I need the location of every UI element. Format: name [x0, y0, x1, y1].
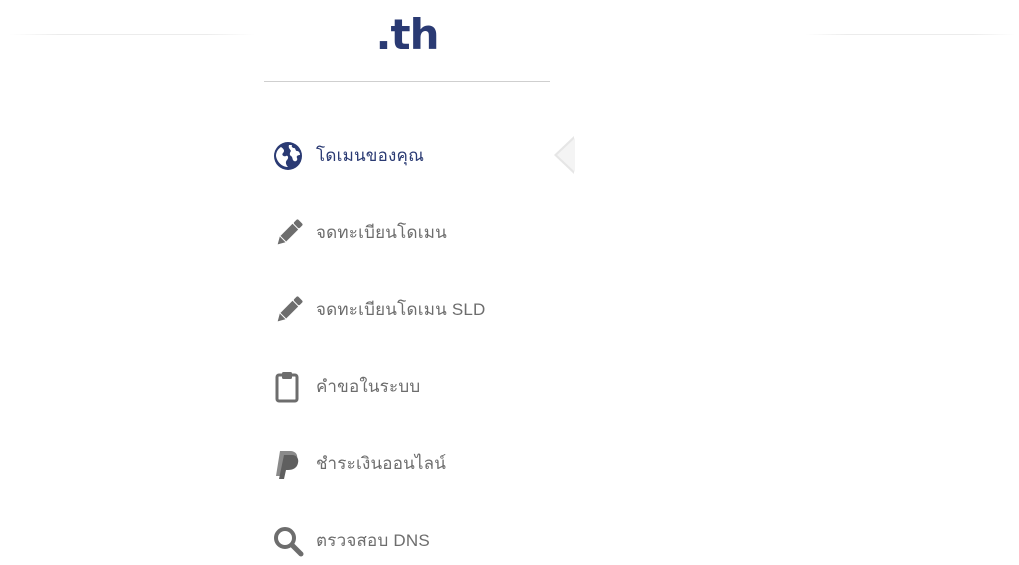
- menu-item-online-payment[interactable]: ชำระเงินออนไลน์: [264, 425, 584, 502]
- top-divider-left: [10, 34, 255, 35]
- menu-item-label: คำขอในระบบ: [316, 377, 421, 396]
- globe-icon: [264, 136, 316, 176]
- top-divider-right: [805, 34, 1015, 35]
- menu-item-register-domain[interactable]: จดทะเบียนโดเมน: [264, 194, 584, 271]
- sidebar-menu: โดเมนของคุณ จดทะเบียนโดเมน จดทะเบียนโดเม…: [264, 117, 584, 565]
- pencil-icon: [264, 290, 316, 330]
- menu-item-label: โดเมนของคุณ: [316, 146, 425, 165]
- menu-item-your-domains[interactable]: โดเมนของคุณ: [264, 117, 584, 194]
- menu-item-requests[interactable]: คำขอในระบบ: [264, 348, 584, 425]
- menu-item-label: ตรวจสอบ DNS: [316, 531, 430, 550]
- menu-item-label: จดทะเบียนโดเมน SLD: [316, 300, 486, 319]
- page: .th โดเมนของคุณ จดทะเบียนโดเมน จดทะเบียน…: [0, 0, 1019, 565]
- search-icon: [264, 521, 316, 561]
- clipboard-icon: [264, 367, 316, 407]
- pencil-icon: [264, 213, 316, 253]
- menu-item-label: จดทะเบียนโดเมน: [316, 223, 447, 242]
- paypal-icon: [264, 444, 316, 484]
- logo-divider: [264, 81, 550, 82]
- active-indicator-arrow-fill: [557, 138, 575, 172]
- menu-item-label: ชำระเงินออนไลน์: [316, 454, 447, 473]
- site-logo[interactable]: .th: [264, 10, 550, 60]
- menu-item-register-sld[interactable]: จดทะเบียนโดเมน SLD: [264, 271, 584, 348]
- menu-item-check-dns[interactable]: ตรวจสอบ DNS: [264, 502, 584, 565]
